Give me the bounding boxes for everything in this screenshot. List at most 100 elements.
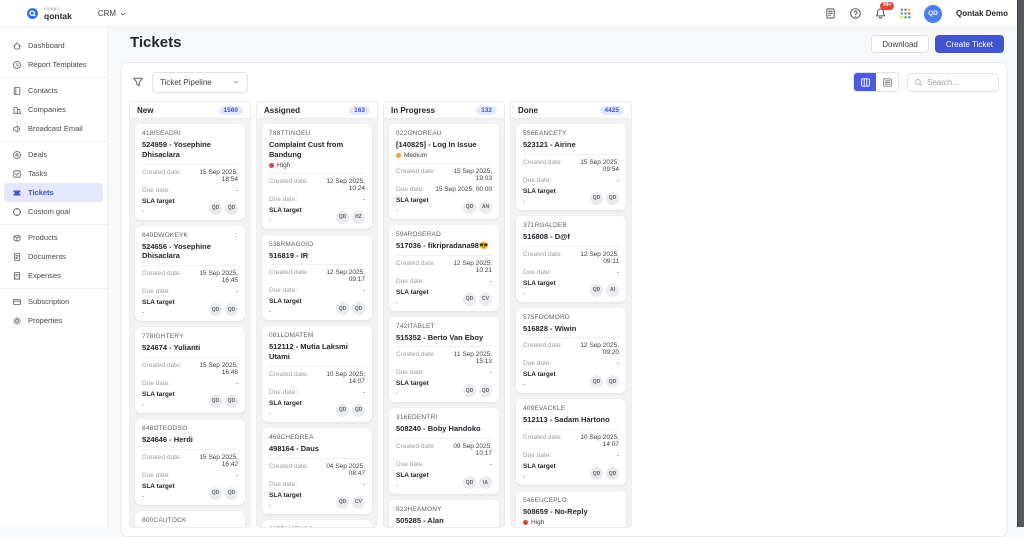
ticket-card[interactable]: 081LOMATEM512112 - Mutia Laksmi UtamiCre… (262, 326, 372, 422)
product-switcher[interactable]: CRM (98, 9, 127, 18)
sidebar-item-subscription[interactable]: Subscription (4, 292, 103, 311)
products-icon (12, 233, 22, 243)
sidebar-item-documents[interactable]: Documents (4, 247, 103, 266)
ticket-card[interactable]: 788TTINOEUComplaint Cust from BandungHig… (262, 124, 372, 229)
ticket-card[interactable]: 022GNOREAU[140825] - Log In IssueMediumC… (389, 124, 499, 219)
created-date-label: Created date: (523, 159, 562, 166)
card-menu-icon[interactable]: ⋮ (230, 230, 242, 244)
sidebar-item-tickets[interactable]: Tickets (4, 183, 103, 202)
tasks-icon (12, 169, 22, 179)
sla-target-value: - (523, 198, 556, 205)
sidebar-item-expenses[interactable]: Expenses (4, 266, 103, 285)
due-date-value: - (617, 360, 619, 367)
user-avatar[interactable]: QD (924, 5, 942, 23)
vertical-scrollbar[interactable] (1017, 0, 1024, 527)
sidebar-item-deals[interactable]: Deals (4, 145, 103, 164)
create-ticket-button[interactable]: Create Ticket (935, 35, 1004, 53)
ticket-card[interactable]: 316EDENTRI508240 - Boby HandokoCreated d… (389, 408, 499, 494)
companies-icon (12, 105, 22, 115)
ticket-card[interactable]: 848OTEODSO524646 - HerdiCreated date:15 … (135, 419, 245, 505)
sla-target-label: SLA target (142, 483, 175, 490)
card-code: 081LOMATEM (269, 332, 365, 339)
sla-target-value: - (269, 217, 302, 224)
notifications-icon[interactable]: 99+ (874, 7, 887, 20)
assignee-avatar: QD (209, 395, 222, 408)
user-name[interactable]: Qontak Demo (956, 9, 1008, 18)
created-date-row: Created date:12 Sep 2025, 10:21 (396, 260, 492, 274)
sidebar-item-dashboard[interactable]: Dashboard (4, 36, 103, 55)
card-divider (396, 346, 492, 347)
due-date-label: Due date: (523, 360, 551, 367)
pipeline-select-value: Ticket Pipeline (160, 78, 212, 87)
assignee-avatar: QD (352, 302, 365, 315)
created-date-label: Created date: (523, 342, 562, 349)
list-view-button[interactable] (876, 73, 898, 91)
pipeline-select[interactable]: Ticket Pipeline (152, 72, 248, 93)
card-code: 823HEAMONY (396, 506, 492, 513)
ticket-card[interactable]: 575FOOMORD516828 - WiwinCreated date:12 … (516, 308, 626, 394)
assignee-avatar: QD (606, 192, 619, 205)
ticket-card[interactable]: 742ITABLET515352 - Berto Van EboyCreated… (389, 317, 499, 403)
created-date-label: Created date: (396, 351, 435, 358)
card-divider (142, 164, 238, 165)
ticket-card[interactable]: 536RMAGGIO516819 - IRCreated date:12 Sep… (262, 235, 372, 321)
due-date-value: - (617, 177, 619, 184)
sla-target-label: SLA target (269, 400, 302, 407)
card-title: 524656 - Yosephine Dhisaclara (142, 242, 238, 262)
card-title: 517036 - fikripradana98😎 (396, 241, 492, 251)
help-icon[interactable] (849, 7, 862, 20)
priority-dot-icon (396, 153, 401, 158)
due-date-value: - (236, 472, 238, 479)
card-title: Complaint Cust from Bandung (269, 140, 365, 160)
due-date-row: Due date:15 Sep 2025, 00:00 (396, 186, 492, 193)
filter-icon[interactable] (132, 76, 144, 88)
sidebar-item-tasks[interactable]: Tasks (4, 164, 103, 183)
sidebar-item-companies[interactable]: Companies (4, 100, 103, 119)
sidebar-item-contacts[interactable]: Contacts (4, 81, 103, 100)
sidebar-item-properties[interactable]: Properties (4, 311, 103, 330)
sidebar-item-label: Companies (28, 105, 66, 114)
ticket-card[interactable]: 800CAUTOCK524615 - Qontak.comCreated dat… (135, 511, 245, 529)
ticket-card[interactable]: 556EANCETY523121 - AirineCreated date:15… (516, 124, 626, 210)
due-date-value: - (363, 287, 365, 294)
ticket-card[interactable]: 823HEAMONY505285 - AlanCreated date:08 S… (389, 500, 499, 528)
due-date-row: Due date:- (396, 278, 492, 285)
sidebar-group: DealsTasksTicketsCustom goal (0, 142, 107, 225)
assignee-badges: QDQD (590, 192, 619, 205)
created-date-row: Created date:10 Sep 2025, 14:07 (523, 434, 619, 448)
apps-grid-icon[interactable] (899, 7, 912, 20)
ticket-card[interactable]: 640DWOKEYK⋮524656 - Yosephine Dhisaclara… (135, 226, 245, 322)
ticket-card[interactable]: 409EVACKLE512113 - Sadam HartonoCreated … (516, 399, 626, 485)
kanban-view-button[interactable] (854, 73, 876, 91)
sidebar-item-products[interactable]: Products (4, 228, 103, 247)
created-date-value: 15 Sep 2025, 18:54 (185, 169, 238, 183)
sidebar-item-custom-goal[interactable]: Custom goal (4, 202, 103, 221)
created-date-label: Created date: (142, 169, 181, 176)
ticket-card[interactable]: 371RGALDEB516808 - D@fCreated date:12 Se… (516, 216, 626, 302)
sidebar-item-broadcast-email[interactable]: Broadcast Email (4, 119, 103, 138)
ticket-card[interactable]: 546EUCEPLO508659 - No-ReplyHighCreated d… (516, 491, 626, 528)
card-divider (142, 449, 238, 450)
assignee-avatar: CV (479, 293, 492, 306)
due-date-row: Due date:- (142, 288, 238, 295)
release-notes-icon[interactable] (824, 7, 837, 20)
card-divider (396, 255, 492, 256)
assignee-avatar: QD (225, 395, 238, 408)
ticket-card[interactable]: 778IGHTERY524674 - YuliantiCreated date:… (135, 327, 245, 413)
card-title: 515352 - Berto Van Eboy (396, 333, 492, 343)
sidebar-item-report-templates[interactable]: Report Templates (4, 55, 103, 74)
ticket-card[interactable]: 469CHEDREA498164 - DausCreated date:04 S… (262, 428, 372, 514)
sla-target-value: - (142, 208, 175, 215)
due-date-value: - (490, 369, 492, 376)
ticket-card[interactable]: 594ROSERAD517036 - fikripradana98😎Create… (389, 225, 499, 311)
assignee-badges: QDQD (209, 303, 238, 316)
card-code: 575FOOMORD (523, 314, 619, 321)
card-priority: High (523, 519, 619, 526)
created-date-value: 12 Sep 2025, 09:11 (566, 251, 619, 265)
created-date-row: Created date:12 Sep 2025, 10:24 (269, 178, 365, 192)
search-input[interactable] (927, 78, 992, 87)
download-button[interactable]: Download (871, 35, 929, 53)
sidebar-item-label: Report Templates (28, 60, 87, 69)
ticket-card[interactable]: 418ISEADRI524959 - Yosephine DhisaclaraC… (135, 124, 245, 220)
kanban-column-done: Done4425556EANCETY523121 - AirineCreated… (510, 101, 632, 528)
